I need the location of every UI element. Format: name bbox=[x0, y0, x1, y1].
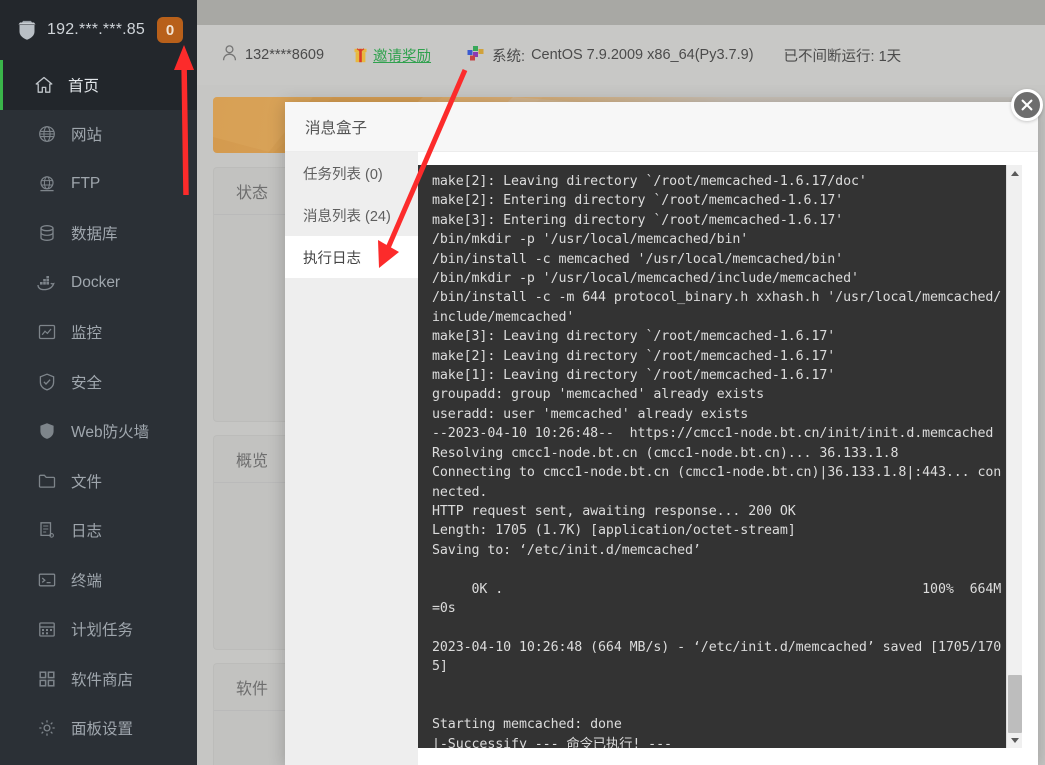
sidebar-item-security[interactable]: 安全 bbox=[0, 357, 197, 407]
blocks-icon bbox=[467, 45, 484, 65]
shield-crown-icon bbox=[16, 19, 38, 41]
system-label: 系统: bbox=[492, 48, 526, 65]
sidebar-item-label: 计划任务 bbox=[71, 622, 134, 640]
globe-icon bbox=[37, 125, 56, 144]
tab-separator bbox=[285, 278, 418, 282]
sidebar-item-cron[interactable]: 计划任务 bbox=[0, 605, 197, 655]
sidebar-item-database[interactable]: 数据库 bbox=[0, 209, 197, 259]
account-group: 132****8609 bbox=[222, 45, 354, 65]
sidebar-item-label: 数据库 bbox=[71, 226, 118, 244]
message-badge[interactable]: 0 bbox=[157, 17, 183, 43]
tab-label: 消息列表 (24) bbox=[303, 208, 391, 225]
server-ip-label: 192.***.***.85 bbox=[47, 21, 145, 38]
sidebar-item-label: 终端 bbox=[71, 572, 103, 590]
sidebar-item-label: 文件 bbox=[71, 473, 103, 491]
docker-icon bbox=[37, 273, 56, 292]
scrollbar-thumb[interactable] bbox=[1008, 675, 1022, 733]
grid-apps-icon bbox=[37, 669, 56, 688]
shield-check-icon bbox=[37, 372, 56, 391]
log-output-text: make[2]: Leaving directory `/root/memcac… bbox=[432, 174, 1002, 748]
person-icon bbox=[222, 45, 237, 65]
system-group: 系统: CentOS 7.9.2009 x86_64(Py3.7.9) bbox=[467, 45, 784, 66]
ftp-globe-icon bbox=[37, 174, 56, 193]
app-root: 状态 概览 软件 132****8609 邀请奖励 系统: CentOS 7.9… bbox=[0, 0, 1045, 765]
sidebar-item-website[interactable]: 网站 bbox=[0, 110, 197, 160]
sidebar-item-label: FTP bbox=[71, 174, 101, 192]
sidebar: 192.***.***.85 0 首页 网站 FTP 数据库 Docker 监控… bbox=[0, 0, 197, 765]
sidebar-item-label: 安全 bbox=[71, 374, 103, 392]
log-file-icon bbox=[37, 521, 56, 540]
sidebar-item-monitor[interactable]: 监控 bbox=[0, 308, 197, 358]
sidebar-item-label: 软件商店 bbox=[71, 671, 134, 689]
home-icon bbox=[34, 75, 53, 94]
folder-icon bbox=[37, 471, 56, 490]
dialog-body: 任务列表 (0) 消息列表 (24) 执行日志 make[2]: Leaving… bbox=[285, 152, 1038, 765]
uptime-text: 已不间断运行: 1天 bbox=[783, 48, 902, 65]
sidebar-item-label: 面板设置 bbox=[71, 721, 134, 739]
sidebar-item-label: 网站 bbox=[71, 127, 103, 145]
sidebar-item-label: Web防火墙 bbox=[71, 424, 150, 442]
calendar-icon bbox=[37, 620, 56, 639]
log-console: make[2]: Leaving directory `/root/memcac… bbox=[418, 165, 1022, 748]
sidebar-item-docker[interactable]: Docker bbox=[0, 258, 197, 308]
gift-icon bbox=[354, 47, 367, 63]
terminal-icon bbox=[37, 570, 56, 589]
tab-label: 任务列表 (0) bbox=[303, 166, 383, 183]
log-scrollbar[interactable] bbox=[1006, 165, 1022, 748]
tab-message-list[interactable]: 消息列表 (24) bbox=[285, 194, 418, 236]
close-circle-icon[interactable] bbox=[1011, 89, 1043, 121]
database-icon bbox=[37, 224, 56, 243]
tab-exec-log[interactable]: 执行日志 bbox=[285, 236, 418, 278]
account-phone: 132****8609 bbox=[245, 47, 325, 63]
caret-down-icon[interactable] bbox=[1007, 732, 1023, 748]
caret-up-icon[interactable] bbox=[1007, 165, 1023, 181]
shield-solid-icon bbox=[37, 422, 56, 441]
close-x-glyph bbox=[1021, 99, 1033, 111]
tab-label: 执行日志 bbox=[303, 250, 361, 267]
sidebar-item-panel-settings[interactable]: 面板设置 bbox=[0, 704, 197, 754]
dialog-tab-list: 任务列表 (0) 消息列表 (24) 执行日志 bbox=[285, 152, 418, 765]
sidebar-item-terminal[interactable]: 终端 bbox=[0, 555, 197, 605]
sidebar-item-files[interactable]: 文件 bbox=[0, 456, 197, 506]
top-strip bbox=[197, 0, 1045, 25]
sidebar-item-web-firewall[interactable]: Web防火墙 bbox=[0, 407, 197, 457]
sidebar-item-app-store[interactable]: 软件商店 bbox=[0, 654, 197, 704]
sidebar-item-logs[interactable]: 日志 bbox=[0, 506, 197, 556]
top-info-bar: 132****8609 邀请奖励 系统: CentOS 7.9.2009 x86… bbox=[197, 25, 1045, 85]
sidebar-item-label: 日志 bbox=[71, 523, 103, 541]
invite-reward-link[interactable]: 邀请奖励 bbox=[354, 45, 431, 66]
sidebar-item-ftp[interactable]: FTP bbox=[0, 159, 197, 209]
execution-log-pane: make[2]: Leaving directory `/root/memcac… bbox=[418, 152, 1038, 765]
dialog-title: 消息盒子 bbox=[285, 102, 1038, 152]
gear-icon bbox=[37, 719, 56, 738]
sidebar-item-label: 监控 bbox=[71, 325, 103, 343]
monitor-chart-icon bbox=[37, 323, 56, 342]
sidebar-item-label: 首页 bbox=[68, 77, 100, 95]
sidebar-item-label: Docker bbox=[71, 273, 121, 291]
system-value: CentOS 7.9.2009 x86_64(Py3.7.9) bbox=[531, 47, 754, 63]
message-box-dialog: 消息盒子 任务列表 (0) 消息列表 (24) 执行日志 make[2]: Le… bbox=[285, 102, 1038, 765]
sidebar-header: 192.***.***.85 0 bbox=[0, 0, 197, 60]
sidebar-item-home[interactable]: 首页 bbox=[0, 60, 197, 110]
tab-task-list[interactable]: 任务列表 (0) bbox=[285, 152, 418, 194]
invite-reward-label: 邀请奖励 bbox=[373, 48, 432, 65]
